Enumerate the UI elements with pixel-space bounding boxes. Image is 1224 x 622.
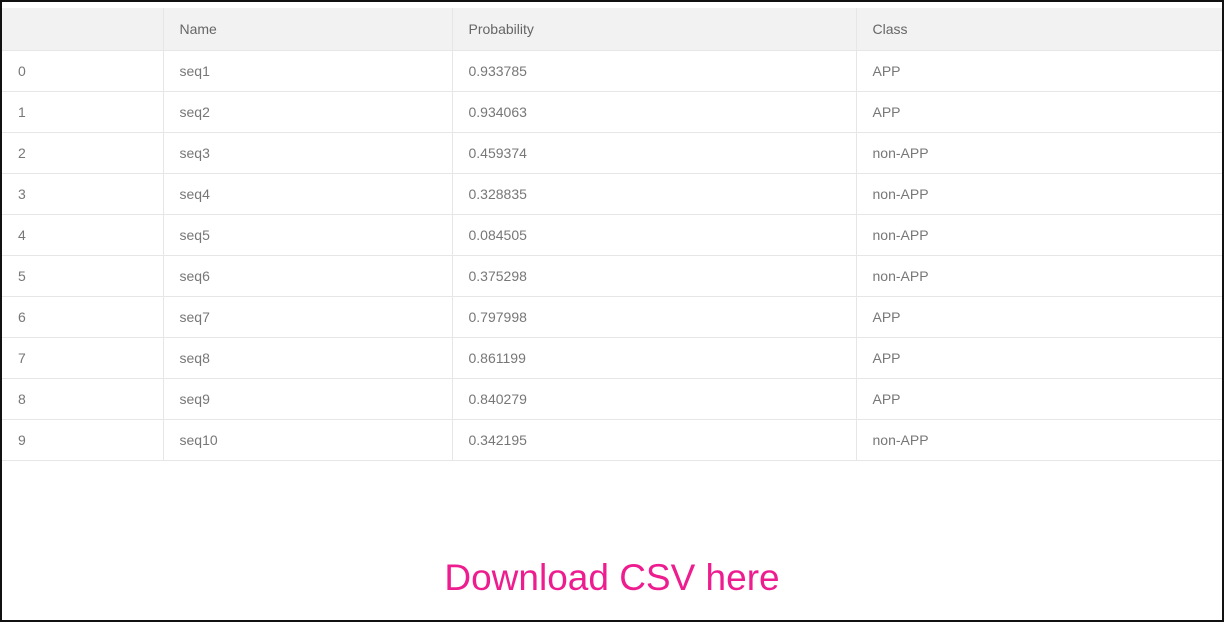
page-frame: Name Probability Class 0 seq1 0.933785 A…: [0, 0, 1224, 622]
cell-class: non-APP: [855, 172, 1222, 214]
cell-class: APP: [855, 336, 1222, 378]
cell-name: seq3: [162, 131, 452, 173]
cell-index: 6: [2, 295, 163, 337]
cell-index: 5: [2, 254, 163, 296]
table-row: 9 seq10 0.342195 non-APP: [2, 418, 1222, 461]
cell-class: APP: [855, 295, 1222, 337]
table-row: 0 seq1 0.933785 APP: [2, 49, 1222, 91]
cell-class: non-APP: [855, 131, 1222, 173]
cell-index: 1: [2, 90, 163, 132]
cell-name: seq1: [162, 49, 452, 91]
results-table: Name Probability Class 0 seq1 0.933785 A…: [2, 8, 1222, 461]
cell-index: 3: [2, 172, 163, 214]
cell-index: 8: [2, 377, 163, 419]
cell-name: seq6: [162, 254, 452, 296]
cell-name: seq5: [162, 213, 452, 255]
table-header: Name Probability Class: [2, 8, 1222, 50]
table-row: 4 seq5 0.084505 non-APP: [2, 213, 1222, 255]
cell-class: APP: [855, 90, 1222, 132]
cell-name: seq4: [162, 172, 452, 214]
cell-probability: 0.084505: [451, 213, 856, 255]
cell-index: 0: [2, 49, 163, 91]
cell-probability: 0.934063: [451, 90, 856, 132]
cell-probability: 0.328835: [451, 172, 856, 214]
cell-index: 9: [2, 418, 163, 461]
cell-probability: 0.840279: [451, 377, 856, 419]
table-body: 0 seq1 0.933785 APP 1 seq2 0.934063 APP …: [2, 49, 1222, 461]
table-row: 3 seq4 0.328835 non-APP: [2, 172, 1222, 214]
cell-probability: 0.797998: [451, 295, 856, 337]
header-row: Name Probability Class: [2, 8, 1222, 50]
table-row: 8 seq9 0.840279 APP: [2, 377, 1222, 419]
cell-index: 7: [2, 336, 163, 378]
table-row: 2 seq3 0.459374 non-APP: [2, 131, 1222, 173]
table-row: 7 seq8 0.861199 APP: [2, 336, 1222, 378]
cell-probability: 0.459374: [451, 131, 856, 173]
cell-index: 4: [2, 213, 163, 255]
cell-probability: 0.861199: [451, 336, 856, 378]
cell-class: non-APP: [855, 418, 1222, 461]
table-row: 6 seq7 0.797998 APP: [2, 295, 1222, 337]
cell-class: APP: [855, 49, 1222, 91]
table-row: 1 seq2 0.934063 APP: [2, 90, 1222, 132]
download-csv-link[interactable]: Download CSV here: [2, 557, 1222, 599]
header-name: Name: [162, 8, 452, 50]
header-probability: Probability: [451, 8, 856, 50]
cell-class: non-APP: [855, 254, 1222, 296]
cell-index: 2: [2, 131, 163, 173]
cell-name: seq8: [162, 336, 452, 378]
cell-class: non-APP: [855, 213, 1222, 255]
cell-probability: 0.342195: [451, 418, 856, 461]
cell-name: seq7: [162, 295, 452, 337]
cell-name: seq10: [162, 418, 452, 461]
cell-name: seq9: [162, 377, 452, 419]
cell-class: APP: [855, 377, 1222, 419]
cell-probability: 0.933785: [451, 49, 856, 91]
header-index: [2, 8, 163, 50]
cell-probability: 0.375298: [451, 254, 856, 296]
header-class: Class: [855, 8, 1222, 50]
table-row: 5 seq6 0.375298 non-APP: [2, 254, 1222, 296]
cell-name: seq2: [162, 90, 452, 132]
